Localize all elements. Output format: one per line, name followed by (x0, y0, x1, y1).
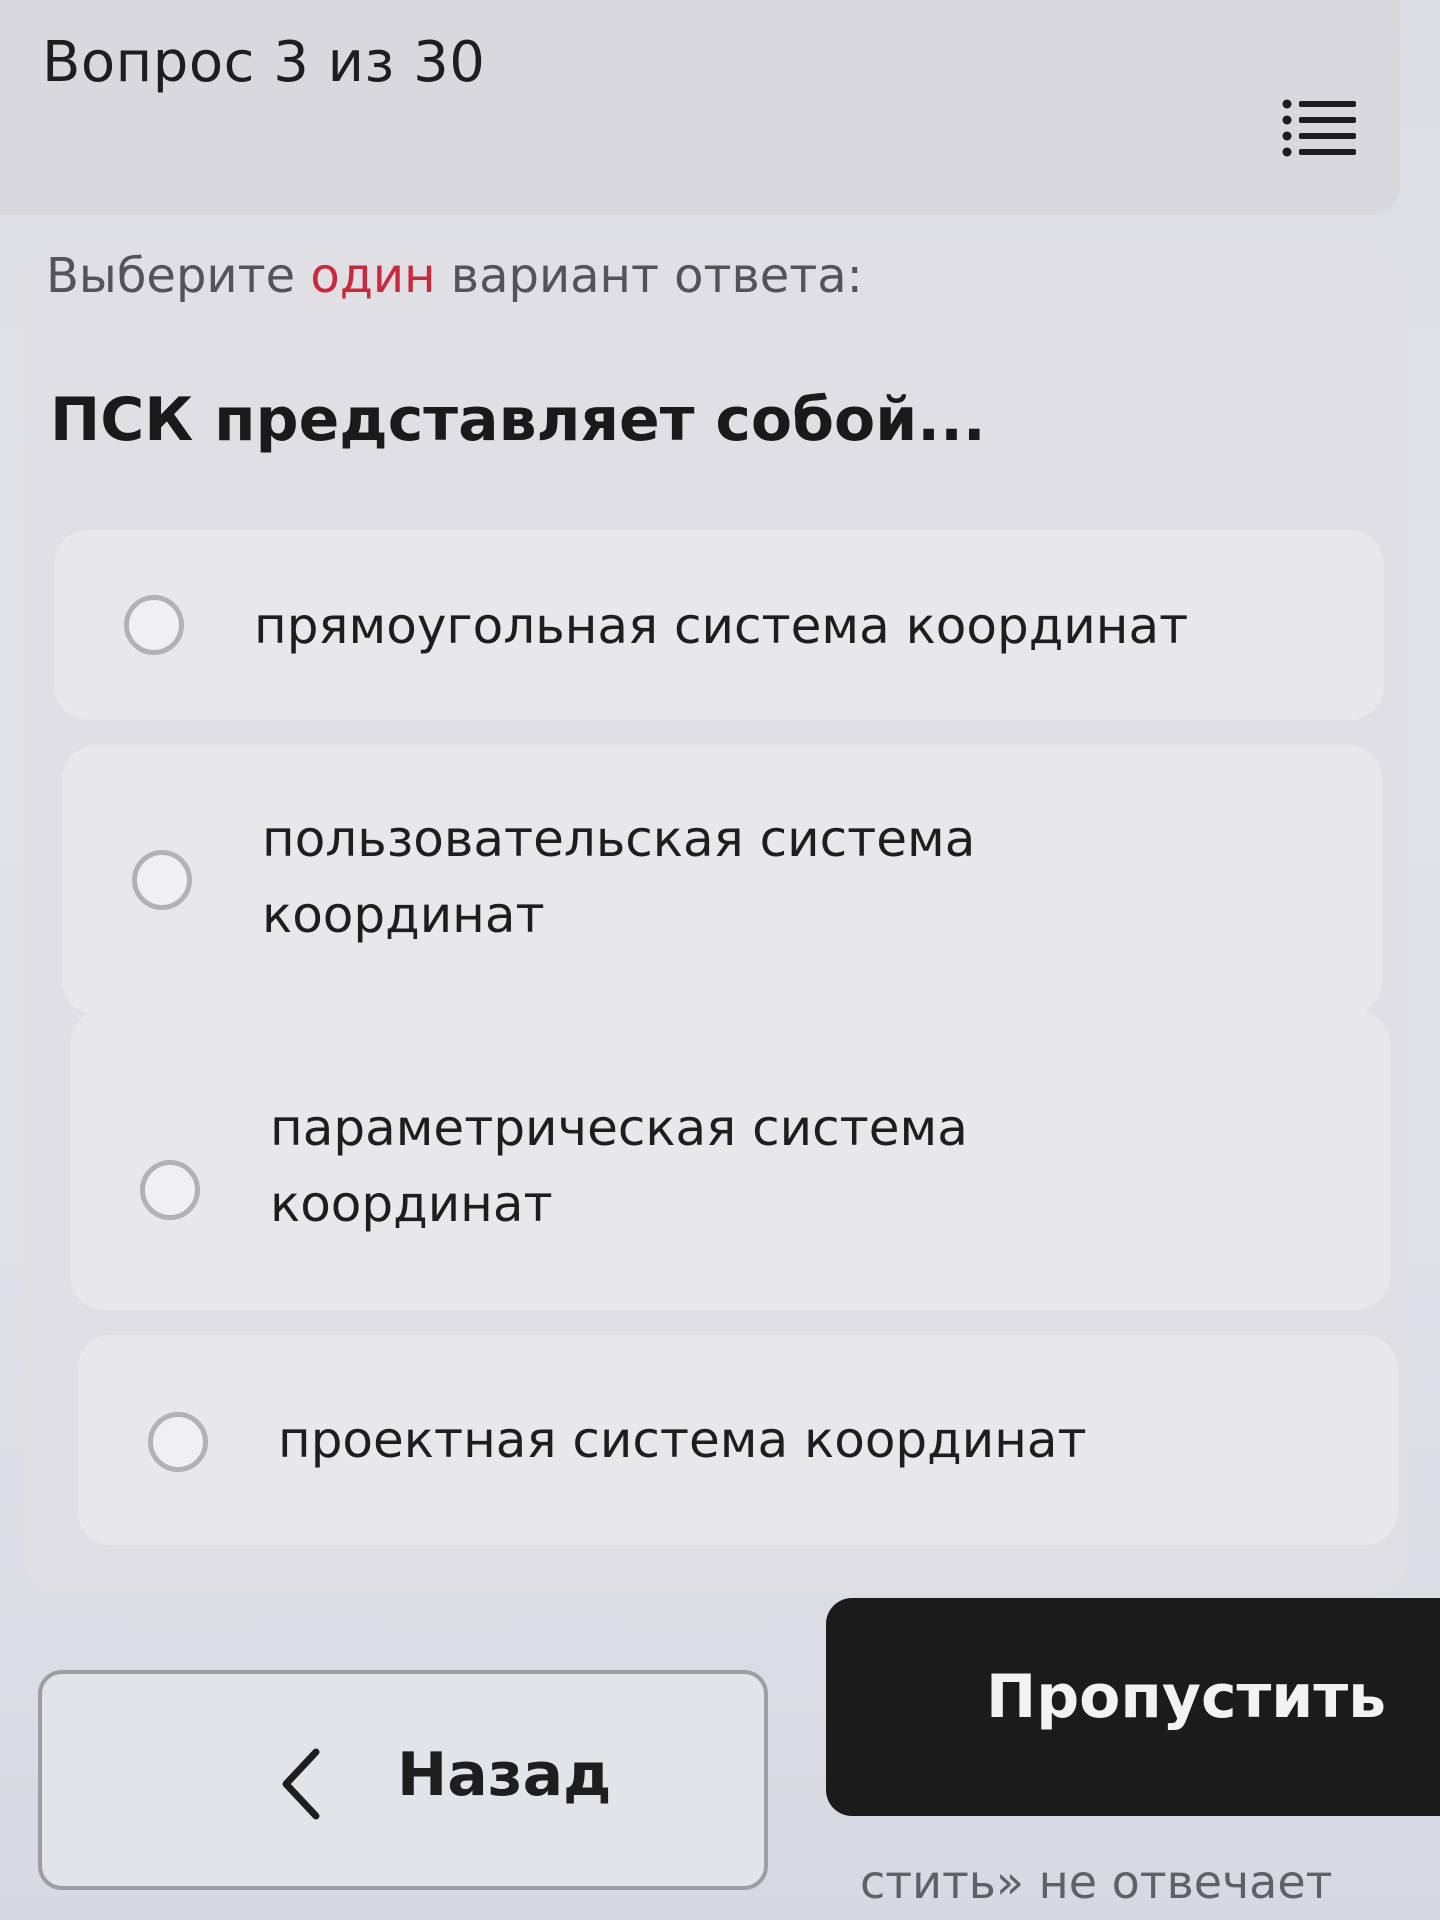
list-icon[interactable] (1282, 98, 1356, 162)
back-button[interactable]: Назад (38, 1670, 768, 1890)
list-icon-graphic (1282, 99, 1356, 157)
answer-option-1[interactable]: прямоугольная система координат (54, 530, 1384, 720)
answer-option-label: проектная система координат (278, 1411, 1087, 1469)
back-button-label: Назад (397, 1740, 612, 1810)
answer-option-2[interactable]: пользовательская система координат (62, 745, 1382, 1015)
answer-option-3[interactable]: параметрическая система координат (70, 1010, 1390, 1310)
radio-button[interactable] (124, 595, 184, 655)
radio-button[interactable] (148, 1412, 208, 1472)
radio-button[interactable] (140, 1160, 200, 1220)
skip-button-label: Пропустить (986, 1662, 1387, 1732)
instruction-suffix: вариант ответа: (435, 248, 863, 304)
answer-option-label: параметрическая система координат (270, 1099, 968, 1233)
skip-button[interactable]: Пропустить (826, 1598, 1440, 1816)
question-counter: Вопрос 3 из 30 (42, 30, 486, 95)
answer-option-label: прямоугольная система координат (254, 597, 1189, 655)
header-bar: Вопрос 3 из 30 (0, 0, 1400, 215)
chevron-left-icon-graphic (282, 1748, 320, 1820)
footer-note: стить» не отвечает (860, 1855, 1333, 1909)
question-text: ПСК представляет собой... (50, 385, 986, 455)
answer-option-4[interactable]: проектная система координат (78, 1335, 1398, 1545)
chevron-left-icon (274, 1744, 334, 1824)
answer-option-label: пользовательская система координат (262, 810, 976, 944)
instruction-text: Выберите один вариант ответа: (46, 248, 863, 304)
instruction-prefix: Выберите (46, 248, 311, 304)
instruction-accent-word: один (310, 248, 436, 304)
radio-button[interactable] (132, 850, 192, 910)
